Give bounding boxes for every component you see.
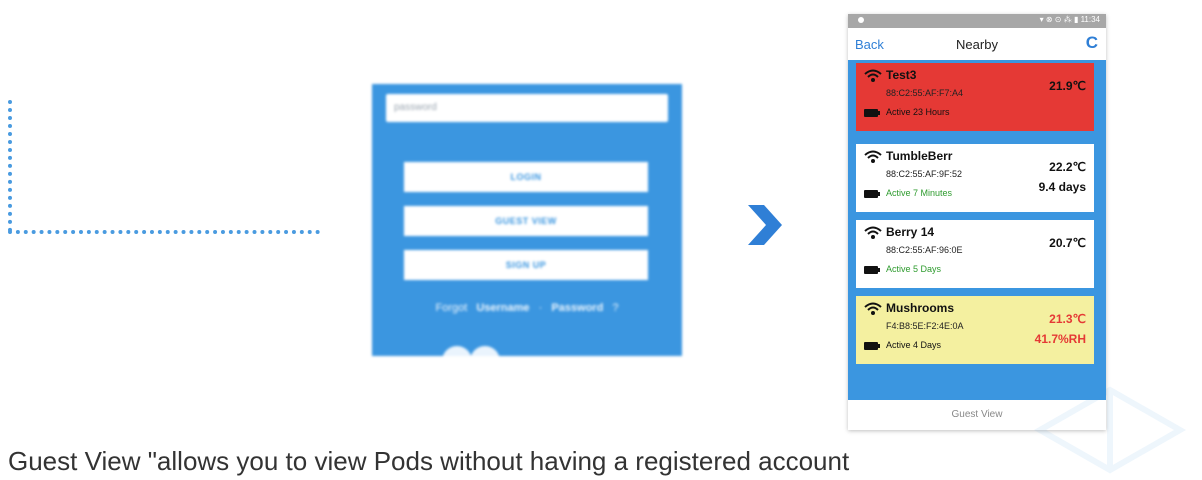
pod-mac: 88:C2:55:AF:96:0E xyxy=(886,245,963,255)
login-screen: password LOGIN GUEST VIEW SIGN UP Forgot… xyxy=(372,84,682,356)
status-icons: ▾ ⊗ ⊙ ⁂ ▮ 11:34 xyxy=(1039,15,1100,24)
battery-icon xyxy=(864,109,880,117)
pod-temperature: 20.7℃ xyxy=(1049,236,1086,250)
pod-name: Test3 xyxy=(886,68,917,82)
pod-extra-reading: 9.4 days xyxy=(1038,180,1086,194)
social-icon[interactable] xyxy=(442,346,472,356)
pod-card[interactable]: TumbleBerr 88:C2:55:AF:9F:52 Active 7 Minu… xyxy=(856,144,1094,212)
dotted-line-vertical xyxy=(8,100,12,232)
battery-icon xyxy=(864,266,880,274)
sign-up-button[interactable]: SIGN UP xyxy=(404,250,648,280)
forgot-suffix: ? xyxy=(612,302,619,314)
nav-bar: Back Nearby C xyxy=(848,28,1106,60)
pod-extra-reading: 41.7%RH xyxy=(1034,332,1086,346)
phone-screen: ▾ ⊗ ⊙ ⁂ ▮ 11:34 Back Nearby C Test3 88:C2… xyxy=(848,14,1106,430)
wifi-icon xyxy=(864,226,882,239)
pod-name: TumbleBerr xyxy=(886,149,953,163)
pod-name: Mushrooms xyxy=(886,301,955,315)
forgot-separator: · xyxy=(538,302,543,314)
pod-mac: F4:B8:5E:F2:4E:0A xyxy=(886,321,964,331)
battery-icon xyxy=(864,342,880,350)
guest-view-button[interactable]: GUEST VIEW xyxy=(404,206,648,236)
status-bar: ▾ ⊗ ⊙ ⁂ ▮ 11:34 xyxy=(848,14,1106,28)
pod-card[interactable]: Berry 14 88:C2:55:AF:96:0E Active 5 Days 20… xyxy=(856,220,1094,288)
pod-temperature: 21.9℃ xyxy=(1049,79,1086,93)
dotted-line-horizontal xyxy=(8,230,320,234)
page-title: Nearby xyxy=(956,37,998,52)
chevron-right-icon xyxy=(748,205,782,245)
pod-card[interactable]: Test3 88:C2:55:AF:F7:A4 Active 23 Hours 21.… xyxy=(856,63,1094,131)
pod-active-status: Active 23 Hours xyxy=(886,107,950,117)
battery-icon xyxy=(864,190,880,198)
forgot-username-link[interactable]: Username xyxy=(476,302,529,314)
social-icon[interactable] xyxy=(470,346,500,356)
refresh-icon[interactable]: C xyxy=(1086,33,1098,53)
pod-name: Berry 14 xyxy=(886,225,935,239)
notification-icon xyxy=(858,17,864,23)
login-button[interactable]: LOGIN xyxy=(404,162,648,192)
wifi-icon xyxy=(864,150,882,163)
pod-mac: 88:C2:55:AF:F7:A4 xyxy=(886,88,964,98)
caption-text: Guest View "allows you to view Pods with… xyxy=(8,446,850,476)
wifi-icon xyxy=(864,69,882,82)
forgot-password-link[interactable]: Password xyxy=(551,302,603,314)
forgot-credentials: Forgot Username · Password ? xyxy=(372,302,682,314)
password-field[interactable]: password xyxy=(386,94,668,122)
pod-active-status: Active 4 Days xyxy=(886,340,942,350)
pod-active-status: Active 5 Days xyxy=(886,264,942,274)
wifi-icon xyxy=(864,302,882,315)
pod-active-status: Active 7 Minutes xyxy=(886,188,953,198)
pod-temperature: 22.2℃ xyxy=(1049,160,1086,174)
pod-temperature: 21.3℃ xyxy=(1049,312,1086,326)
background-logo xyxy=(1033,386,1187,474)
pod-mac: 88:C2:55:AF:9F:52 xyxy=(886,169,963,179)
forgot-prefix: Forgot xyxy=(435,302,468,314)
pod-card[interactable]: Mushrooms F4:B8:5E:F2:4E:0A Active 4 Days 2… xyxy=(856,296,1094,364)
pod-list: Test3 88:C2:55:AF:F7:A4 Active 23 Hours 21.… xyxy=(848,60,1106,400)
